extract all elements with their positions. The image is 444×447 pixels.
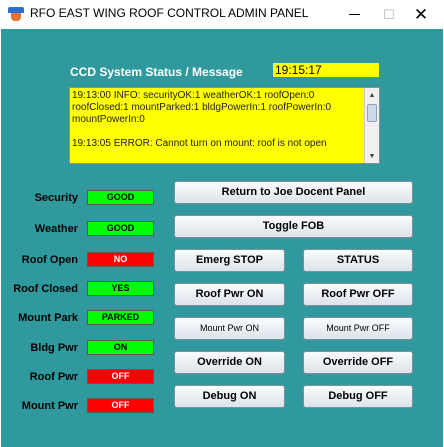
scroll-down-arrow-icon[interactable]: ▼ [365,149,379,163]
security-indicator: GOOD [87,190,154,205]
mount-pwr-label: Mount Pwr [21,400,78,412]
status-message-log[interactable]: 19:13:00 INFO: securityOK:1 weatherOK:1 … [69,87,380,164]
status-button[interactable]: STATUS [303,249,413,272]
debug-off-button[interactable]: Debug OFF [303,385,413,408]
override-on-button[interactable]: Override ON [174,351,285,374]
emerg-stop-button[interactable]: Emerg STOP [174,249,285,272]
roof-pwr-on-button[interactable]: Roof Pwr ON [174,283,285,306]
mount-pwr-on-button[interactable]: Mount Pwr ON [174,317,285,340]
weather-indicator: GOOD [87,221,154,236]
roof-pwr-off-button[interactable]: Roof Pwr OFF [303,283,413,306]
title-bar: RFO EAST WING ROOF CONTROL ADMIN PANEL ☐… [0,0,444,29]
toggle-fob-button[interactable]: Toggle FOB [174,215,413,238]
mount-pwr-off-button[interactable]: Mount Pwr OFF [303,317,413,340]
scroll-up-arrow-icon[interactable]: ▲ [365,88,379,102]
log-text: 19:13:00 INFO: securityOK:1 weatherOK:1 … [72,90,332,149]
mount-park-indicator: PARKED [87,310,154,325]
return-docent-button[interactable]: Return to Joe Docent Panel [174,181,413,204]
roof-closed-label: Roof Closed [13,283,78,295]
scroll-thumb[interactable] [367,104,377,122]
control-panel: CCD System Status / Message 19:15:17 19:… [1,29,443,447]
minimize-icon [348,14,360,15]
status-label: CCD System Status / Message [70,65,243,79]
roof-open-indicator: NO [87,252,154,267]
security-label: Security [34,192,78,204]
bldg-pwr-label: Bldg Pwr [30,342,78,354]
roof-pwr-indicator: OFF [87,369,154,384]
mount-park-label: Mount Park [18,312,78,324]
log-scrollbar[interactable]: ▲ ▼ [364,88,379,163]
window-title: RFO EAST WING ROOF CONTROL ADMIN PANEL [30,6,309,20]
roof-closed-indicator: YES [87,281,154,296]
bldg-pwr-indicator: ON [87,340,154,355]
minimize-button[interactable] [334,0,374,29]
debug-on-button[interactable]: Debug ON [174,385,285,408]
java-cup-icon [8,7,24,21]
close-button[interactable]: ✕ [401,0,441,29]
clock-display: 19:15:17 [273,63,379,77]
override-off-button[interactable]: Override OFF [303,351,413,374]
roof-pwr-label: Roof Pwr [29,371,78,383]
roof-open-label: Roof Open [21,254,78,266]
mount-pwr-indicator: OFF [87,398,154,413]
weather-label: Weather [34,223,78,235]
